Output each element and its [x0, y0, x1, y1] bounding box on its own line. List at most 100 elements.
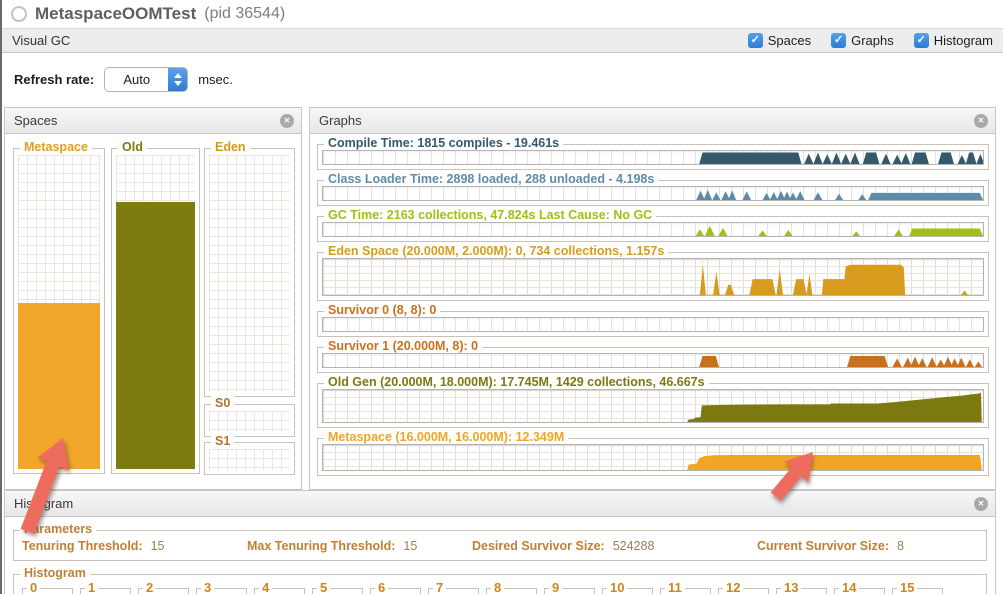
checkbox-histogram[interactable]: Histogram: [914, 33, 993, 48]
histogram-bin-4: 4: [254, 588, 305, 594]
graph-row-compile-time: Compile Time: 1815 compiles - 19.461s: [317, 144, 989, 170]
histogram-panel-title: Histogram: [14, 496, 73, 511]
histogram-bin-12: 12: [718, 588, 769, 594]
close-icon[interactable]: [974, 497, 988, 511]
chevron-up-icon: [174, 73, 182, 78]
histogram-bin-13: 13: [776, 588, 827, 594]
graph-title: Metaspace (16.000M, 16.000M): 12.349M: [324, 430, 568, 444]
graph-row-survivor0: Survivor 0 (8, 8): 0: [317, 311, 989, 337]
tenuring-threshold: Tenuring Threshold:15: [22, 539, 165, 553]
graphs-panel: Graphs Compile Time: 1815 compiles - 19.…: [309, 107, 996, 490]
graph-title: GC Time: 2163 collections, 47.824s Last …: [324, 208, 656, 222]
space-box-metaspace: Metaspace: [13, 148, 105, 474]
space-box-label: Eden: [211, 140, 250, 154]
view-toggles: Spaces Graphs Histogram: [748, 33, 993, 48]
compile-time-sparkline: [322, 150, 984, 165]
desired-survivor-size: Desired Survivor Size:524288: [472, 539, 654, 553]
tabbar: Visual GC Spaces Graphs Histogram: [2, 28, 1003, 53]
histogram-panel-header: Histogram: [5, 491, 995, 517]
space-box-label: S0: [211, 396, 234, 410]
graph-title: Compile Time: 1815 compiles - 19.461s: [324, 136, 563, 150]
busy-indicator-icon: [11, 6, 27, 22]
space-grid: [209, 155, 290, 392]
histogram-bin-11: 11: [660, 588, 711, 594]
histogram-groupbox: Histogram 0123456789101112131415: [13, 574, 987, 594]
spaces-panel: Spaces Metaspace Old Eden S0: [4, 107, 302, 490]
close-icon[interactable]: [974, 114, 988, 128]
refresh-rate-row: Refresh rate: Auto msec.: [2, 55, 1003, 103]
histogram-bin-9: 9: [544, 588, 595, 594]
graph-row-metaspace: Metaspace (16.000M, 16.000M): 12.349M: [317, 438, 989, 476]
tab-visual-gc[interactable]: Visual GC: [12, 33, 70, 48]
checkbox-checked-icon: [914, 33, 929, 48]
checkbox-checked-icon: [748, 33, 763, 48]
graph-title: Survivor 1 (20.000M, 8): 0: [324, 339, 482, 353]
graph-title: Class Loader Time: 2898 loaded, 288 unlo…: [324, 172, 658, 186]
old-usage-bar: [116, 202, 195, 469]
graph-title: Old Gen (20.000M, 18.000M): 17.745M, 142…: [324, 375, 709, 389]
titlebar: MetaspaceOOMTest (pid 36544): [2, 0, 1003, 28]
histogram-bins: 0123456789101112131415: [22, 588, 982, 594]
survivor0-sparkline: [322, 317, 984, 332]
graph-row-eden: Eden Space (20.000M, 2.000M): 0, 734 col…: [317, 252, 989, 301]
checkbox-spaces[interactable]: Spaces: [748, 33, 811, 48]
parameters-title: Parameters: [20, 522, 96, 536]
space-box-label: Old: [118, 140, 147, 154]
histogram-bin-14: 14: [834, 588, 885, 594]
graphs-body: Compile Time: 1815 compiles - 19.461s Cl…: [310, 133, 995, 489]
space-box-s1: S1: [204, 442, 295, 475]
histogram-bin-3: 3: [196, 588, 247, 594]
old-gen-sparkline: [322, 389, 984, 423]
graph-row-class-loader: Class Loader Time: 2898 loaded, 288 unlo…: [317, 180, 989, 206]
histogram-bin-6: 6: [370, 588, 421, 594]
eden-sparkline: [322, 258, 984, 296]
metaspace-usage-bar: [18, 303, 100, 469]
graph-title: Eden Space (20.000M, 2.000M): 0, 734 col…: [324, 244, 668, 258]
space-box-old: Old: [111, 148, 200, 474]
current-survivor-size: Current Survivor Size:8: [757, 539, 904, 553]
refresh-rate-label: Refresh rate:: [14, 72, 94, 87]
parameters-groupbox: Parameters Tenuring Threshold:15 Max Ten…: [13, 530, 987, 561]
page-title-pid: (pid 36544): [204, 5, 285, 23]
stepper-icon[interactable]: [168, 68, 187, 91]
graph-title: Survivor 0 (8, 8): 0: [324, 303, 440, 317]
chevron-down-icon: [174, 81, 182, 86]
space-box-s0: S0: [204, 404, 295, 437]
histogram-bin-2: 2: [138, 588, 189, 594]
visualvm-window: MetaspaceOOMTest (pid 36544) Visual GC S…: [0, 0, 1003, 594]
space-grid: [116, 155, 195, 469]
close-icon[interactable]: [280, 114, 294, 128]
histogram-bin-15: 15: [892, 588, 943, 594]
survivor1-sparkline: [322, 353, 984, 368]
refresh-rate-value: Auto: [105, 68, 168, 91]
page-title: MetaspaceOOMTest: [35, 4, 196, 24]
graph-row-old-gen: Old Gen (20.000M, 18.000M): 17.745M, 142…: [317, 383, 989, 428]
space-grid: [18, 155, 100, 469]
graphs-panel-header: Graphs: [310, 108, 995, 134]
histogram-groupbox-title: Histogram: [20, 566, 90, 580]
metaspace-sparkline: [322, 444, 984, 471]
space-grid: [209, 449, 290, 470]
space-grid: [209, 411, 290, 432]
histogram-bin-0: 0: [22, 588, 73, 594]
graphs-panel-title: Graphs: [319, 113, 362, 128]
class-loader-sparkline: [322, 186, 984, 201]
space-box-eden: Eden: [204, 148, 295, 397]
histogram-bin-5: 5: [312, 588, 363, 594]
graph-row-gc-time: GC Time: 2163 collections, 47.824s Last …: [317, 216, 989, 242]
space-box-label: S1: [211, 434, 234, 448]
histogram-bin-7: 7: [428, 588, 479, 594]
histogram-bin-10: 10: [602, 588, 653, 594]
histogram-bin-1: 1: [80, 588, 131, 594]
gc-time-sparkline: [322, 222, 984, 237]
refresh-rate-select[interactable]: Auto: [104, 67, 188, 92]
checkbox-checked-icon: [831, 33, 846, 48]
graph-row-survivor1: Survivor 1 (20.000M, 8): 0: [317, 347, 989, 373]
spaces-panel-title: Spaces: [14, 113, 57, 128]
max-tenuring-threshold: Max Tenuring Threshold:15: [247, 539, 417, 553]
space-box-label: Metaspace: [20, 140, 92, 154]
histogram-bin-8: 8: [486, 588, 537, 594]
checkbox-graphs[interactable]: Graphs: [831, 33, 894, 48]
histogram-panel: Histogram Parameters Tenuring Threshold:…: [4, 490, 996, 594]
refresh-rate-unit: msec.: [198, 72, 233, 87]
